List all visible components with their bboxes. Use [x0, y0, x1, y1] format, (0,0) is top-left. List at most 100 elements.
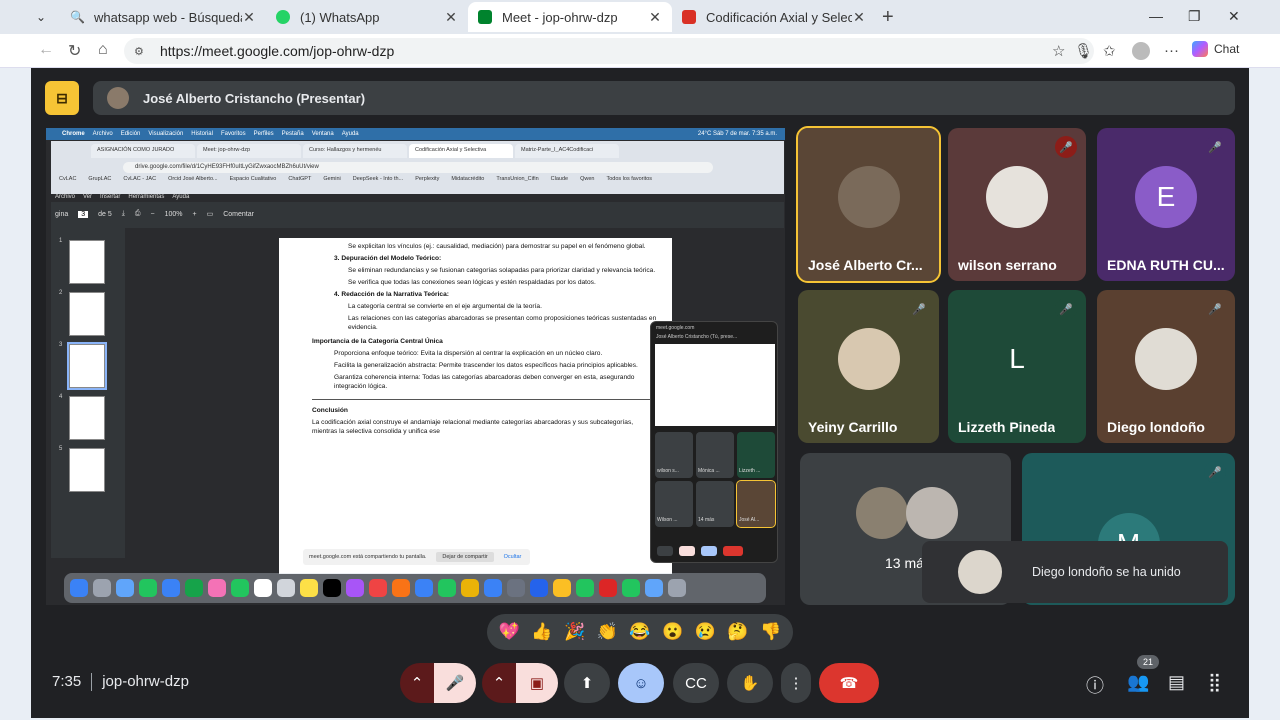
participant-tile[interactable]: 🎤 L Lizzeth Pineda [948, 290, 1086, 443]
more-options-button[interactable]: ⋮ [781, 663, 811, 703]
pdf-thumb [67, 342, 107, 390]
safari-icon [116, 579, 134, 597]
doc-text: La categoría central se convierte en el … [348, 303, 542, 310]
star-icon[interactable]: ☆ [1052, 42, 1065, 60]
minimize-icon[interactable]: — [1149, 8, 1163, 24]
pdf-thumb [69, 240, 105, 284]
mic-toggle-button[interactable]: 🎤 [434, 663, 476, 703]
doc-text: Garantiza coherencia interna: Todas las … [334, 374, 635, 390]
presenter-bar: José Alberto Cristancho (Presentar) [93, 81, 1235, 115]
reaction-thinking[interactable]: 🤔 [727, 622, 748, 642]
avatar-letter: L [1009, 342, 1025, 374]
camera-options-button[interactable]: ⌃ [482, 663, 516, 703]
participants-count: 21 [1137, 655, 1159, 669]
chat-icon[interactable]: ▤ [1168, 672, 1185, 693]
menubar-item: Ayuda [341, 131, 359, 137]
activities-icon[interactable]: ⣿ [1208, 672, 1221, 693]
leave-call-button[interactable]: ☎ [819, 663, 879, 703]
tab-pdf[interactable]: Codificación Axial y Selectiva en la ✕ [672, 2, 876, 32]
close-icon[interactable]: ✕ [242, 9, 256, 26]
reaction-heart[interactable]: 💖 [499, 622, 520, 642]
new-tab-icon[interactable]: + [882, 6, 894, 29]
reaction-party[interactable]: 🎉 [564, 622, 585, 642]
tab-title: (1) WhatsApp [300, 9, 380, 25]
bookmark: Todos los favoritos [606, 176, 653, 182]
mail-icon [162, 579, 180, 597]
site-info-icon[interactable]: ⚙ [134, 45, 148, 58]
participant-name: wilson serrano [958, 257, 1057, 273]
dock-icon[interactable]: ⊟ [45, 81, 79, 115]
meeting-code: jop-ohrw-dzp [102, 673, 189, 690]
profile-icon[interactable] [1132, 42, 1150, 60]
participant-tile[interactable]: 🎤 Yeiny Carrillo [798, 290, 939, 443]
tab-search[interactable]: 🔍 whatsapp web - Búsqueda ✕ [60, 2, 266, 32]
avatar [856, 487, 908, 539]
reload-icon[interactable]: ↻ [68, 41, 81, 61]
whatsapp-dock-icon [576, 579, 594, 597]
pip-tile: wilson s... [655, 432, 693, 478]
pdf-page-label: gina [55, 210, 69, 218]
reactions-bar: 💖 👍 🎉 👏 😂 😮 😢 🤔 👎 [487, 614, 793, 650]
pdf-menu-item: Insertar [100, 194, 121, 200]
present-screen-icon: ⬆ [580, 675, 594, 692]
more-icon[interactable]: ··· [1164, 42, 1179, 59]
messages-icon [139, 579, 157, 597]
participant-tile[interactable]: 🎤 Diego londoño [1097, 290, 1235, 443]
presenter-avatar [107, 87, 129, 109]
tab-title: Codificación Axial y Selectiva en la [706, 9, 852, 25]
url-text: https://meet.google.com/jop-ohrw-dzp [160, 43, 395, 59]
phone-icon [622, 579, 640, 597]
reaction-clap[interactable]: 👏 [597, 622, 618, 642]
pdf-comment: Comentar [223, 210, 254, 218]
emoji-icon: ☺ [633, 674, 649, 692]
stop-sharing-button: Dejar de compartir [436, 552, 494, 562]
pdf-page: Se explicitan los vínculos (ej.: causali… [279, 238, 672, 574]
captions-button[interactable]: CC [673, 663, 719, 703]
pdf-menu-item: Ver [83, 194, 93, 200]
maximize-icon[interactable]: ❐ [1188, 8, 1201, 25]
tab-meet[interactable]: Meet - jop-ohrw-dzp ✕ [468, 2, 672, 32]
mic-options-button[interactable]: ⌃ [400, 663, 434, 703]
reaction-thumbs-down[interactable]: 👎 [760, 622, 781, 642]
reactions-button[interactable]: ☺ [618, 663, 664, 703]
tab-search-icon[interactable]: ⌄ [36, 10, 52, 24]
camera-toggle-button[interactable]: ▣ [516, 663, 558, 703]
present-button[interactable]: ⬆ [564, 663, 610, 703]
reaction-sad[interactable]: 😢 [695, 622, 716, 642]
menubar-item: Historial [191, 131, 213, 137]
raise-hand-button[interactable]: ✋ [727, 663, 773, 703]
address-bar[interactable]: ⚙ https://meet.google.com/jop-ohrw-dzp [124, 38, 1094, 64]
chat-button[interactable]: Chat [1192, 41, 1239, 57]
back-icon[interactable]: ← [38, 41, 54, 59]
close-icon[interactable]: ✕ [444, 9, 458, 26]
avatar [837, 165, 900, 228]
reaction-laugh[interactable]: 😂 [629, 622, 650, 642]
participant-tile[interactable]: José Alberto Cr... [796, 126, 941, 283]
browser-toolbar: ← ↻ ⌂ ⚙ https://meet.google.com/jop-ohrw… [0, 34, 1280, 68]
finder-icon [70, 579, 88, 597]
bookmark: Claude [550, 176, 569, 182]
favorites-icon[interactable]: ✩ [1103, 42, 1116, 60]
doc-text: Proporciona enfoque teórico: Evita la di… [334, 350, 603, 357]
close-icon[interactable]: ✕ [648, 9, 662, 26]
doc-heading: 4. Redacción de la Narrativa Teórica: [334, 291, 449, 298]
participant-tile[interactable]: 🎤 E EDNA RUTH CU... [1097, 128, 1235, 281]
download-icon: ⤓ [121, 210, 125, 217]
reaction-thumbs-up[interactable]: 👍 [531, 622, 552, 642]
home-icon[interactable]: ⌂ [98, 41, 108, 59]
close-icon[interactable]: ✕ [852, 9, 866, 26]
chrome-icon [553, 579, 571, 597]
bookmarks-bar: CvLAC GrupLAC CvLAC - JAC Orcid José Alb… [59, 176, 779, 186]
mic-icon[interactable]: 🎙 [1074, 42, 1093, 60]
info-icon[interactable]: ⓘ [1086, 672, 1104, 698]
inner-tab: Meet: jop-ohrw-dzp [197, 144, 301, 158]
reaction-surprised[interactable]: 😮 [662, 622, 683, 642]
bookmark: Orcid José Alberto... [168, 176, 218, 182]
hand-icon: ✋ [740, 675, 760, 692]
pip-tile: Mónica ... [696, 432, 734, 478]
tab-whatsapp[interactable]: (1) WhatsApp ✕ [266, 2, 468, 32]
window-close-icon[interactable]: ✕ [1228, 8, 1240, 25]
people-icon[interactable]: 👥 [1127, 672, 1149, 693]
participant-tile[interactable]: 🎤 wilson serrano [948, 128, 1086, 281]
bookmark: GrupLAC [88, 176, 112, 182]
